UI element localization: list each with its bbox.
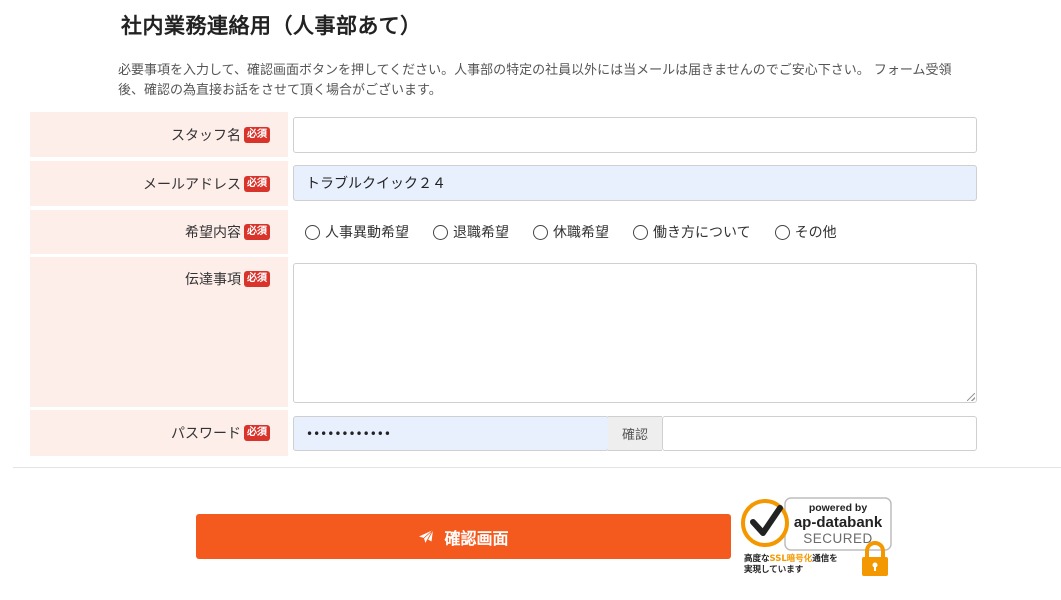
badge-caption-pre: 高度な (744, 553, 770, 564)
password-label: パスワード (171, 426, 241, 442)
required-badge: 必須 (244, 425, 270, 441)
radio-option-resignation[interactable]: 退職希望 (433, 222, 509, 242)
request-type-label: 希望内容 (185, 225, 241, 241)
badge-line2: ap-databank (794, 514, 883, 531)
page-description: 必要事項を入力して、確認画面ボタンを押してください。人事部の特定の社員以外には当… (118, 63, 952, 98)
message-textarea[interactable] (293, 263, 977, 403)
radio-circle-icon[interactable] (433, 224, 448, 240)
confirm-screen-button[interactable]: 確認画面 (196, 514, 731, 559)
message-row: 伝達事項 必須 (30, 257, 980, 407)
badge-caption-highlight: SSL暗号化 (770, 553, 813, 564)
badge-caption-line2: 実現しています (744, 564, 804, 575)
section-divider (13, 467, 1061, 468)
message-label-cell: 伝達事項 必須 (30, 257, 288, 407)
password-label-cell: パスワード 必須 (30, 410, 288, 456)
radio-option-label: その他 (794, 225, 837, 241)
email-row: メールアドレス 必須 トラブルクイック２４ (30, 161, 980, 206)
request-type-label-cell: 希望内容 必須 (30, 210, 288, 254)
password-confirm-label: 確認 (608, 416, 662, 451)
page-title: 社内業務連絡用（人事部あて） (121, 14, 422, 38)
request-type-radio-group: 人事異動希望 退職希望 休職希望 働き方について その他 (305, 210, 837, 254)
required-badge: 必須 (244, 175, 270, 192)
staff-name-row: スタッフ名 必須 (30, 112, 980, 157)
staff-name-label-cell: スタッフ名 必須 (30, 112, 288, 157)
radio-option-leave[interactable]: 休職希望 (533, 222, 609, 242)
badge-line1: powered by (809, 502, 868, 514)
badge-caption-post: 通信を (812, 553, 838, 564)
svg-text:高度なSSL暗号化通信を: 高度なSSL暗号化通信を (744, 553, 838, 564)
radio-circle-icon[interactable] (305, 224, 320, 240)
required-badge: 必須 (244, 126, 270, 143)
ssl-badge-graphic: powered by ap-databank SECURED 高度なSSL暗号化… (741, 497, 892, 576)
radio-circle-icon[interactable] (774, 224, 790, 240)
message-label: 伝達事項 (185, 272, 241, 288)
radio-option-label: 休職希望 (553, 225, 609, 241)
required-badge: 必須 (244, 224, 270, 240)
password-confirm-input[interactable] (662, 416, 977, 451)
radio-option-label: 人事異動希望 (325, 225, 409, 241)
staff-name-input[interactable] (293, 117, 977, 153)
radio-option-work-style[interactable]: 働き方について (633, 222, 751, 242)
email-label-cell: メールアドレス 必須 (30, 161, 288, 206)
password-input[interactable]: •••••••••••• (293, 416, 609, 451)
radio-circle-icon[interactable] (633, 224, 648, 240)
email-input[interactable]: トラブルクイック２４ (293, 165, 977, 201)
radio-option-transfer[interactable]: 人事異動希望 (305, 222, 409, 242)
radio-option-other[interactable]: その他 (774, 222, 837, 242)
required-badge: 必須 (244, 271, 270, 287)
password-row: パスワード 必須 •••••••••••• 確認 (30, 410, 980, 456)
staff-name-label: スタッフ名 (171, 127, 241, 144)
ssl-secured-badge[interactable]: powered by ap-databank SECURED 高度なSSL暗号化… (741, 497, 892, 577)
radio-circle-icon[interactable] (533, 224, 548, 240)
resize-handle-icon[interactable] (967, 393, 975, 401)
email-label: メールアドレス (143, 176, 241, 193)
badge-line3: SECURED (803, 531, 873, 546)
confirm-screen-button-label: 確認画面 (444, 528, 509, 548)
radio-option-label: 退職希望 (453, 225, 509, 241)
request-type-row: 希望内容 必須 人事異動希望 退職希望 休職希望 働き方について その他 (30, 210, 980, 254)
radio-option-label: 働き方について (653, 225, 751, 241)
paper-plane-icon (419, 529, 434, 544)
